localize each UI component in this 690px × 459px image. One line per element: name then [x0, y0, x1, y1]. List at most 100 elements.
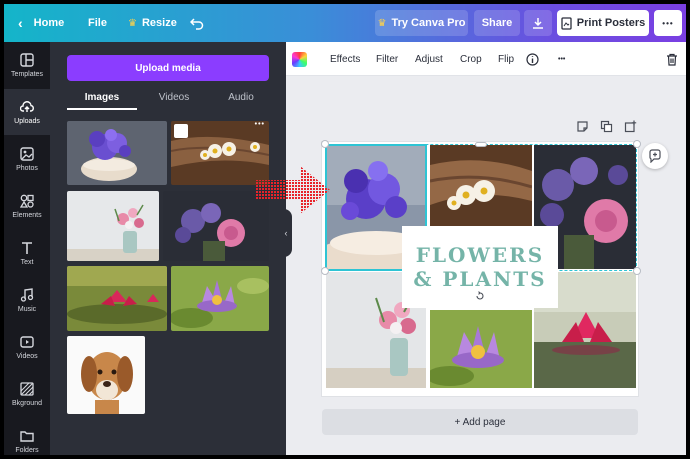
upload-thumb-daisies[interactable]: ••• — [171, 121, 269, 185]
info-button[interactable] — [526, 42, 539, 76]
add-page-button[interactable]: + Add page — [322, 409, 638, 435]
hyacinth-image — [67, 121, 167, 185]
upload-media-button[interactable]: Upload media — [67, 55, 269, 81]
tab-images[interactable]: Images — [67, 88, 137, 106]
templates-icon — [20, 52, 34, 67]
rail-item-music[interactable]: Music — [4, 277, 50, 323]
background-icon — [20, 381, 34, 396]
upload-thumb-roses-vase[interactable] — [67, 191, 159, 261]
title-line-1: FLOWERS — [415, 243, 545, 267]
rail-item-text[interactable]: Text — [4, 230, 50, 276]
crop-button[interactable]: Crop — [460, 42, 482, 76]
select-checkbox[interactable] — [174, 124, 188, 138]
rail-label: Uploads — [14, 117, 40, 125]
rail-label: Music — [17, 305, 37, 313]
canva-editor: ‹ Home File ♛ Resize ♛ Try Canva Pro Sha… — [4, 4, 686, 455]
resize-handle-top-left[interactable] — [321, 140, 329, 148]
chevron-left-icon: ‹ — [284, 228, 288, 238]
add-page-icon — [624, 120, 637, 133]
uploads-panel: Upload media Images Videos Audio ••• — [50, 42, 286, 455]
rail-label: Videos — [16, 352, 38, 360]
undo-icon — [190, 18, 204, 30]
water-lily-image — [171, 266, 269, 331]
adjust-button[interactable]: Adjust — [415, 42, 443, 76]
resize-handle-bottom-left[interactable] — [321, 267, 329, 275]
crown-icon: ♛ — [377, 17, 387, 29]
try-canva-pro-button[interactable]: ♛ Try Canva Pro — [375, 10, 468, 36]
flip-button[interactable]: Flip — [498, 42, 514, 76]
upload-thumb-hyacinth[interactable] — [67, 121, 167, 185]
download-icon — [533, 18, 543, 29]
share-label: Share — [481, 17, 513, 29]
rose-purple-image — [163, 191, 269, 261]
rail-item-folders[interactable]: Folders — [4, 418, 50, 455]
video-icon — [20, 335, 34, 348]
tab-videos[interactable]: Videos — [140, 88, 208, 106]
rail-label: Photos — [16, 164, 38, 172]
print-label: Print Posters — [576, 17, 646, 29]
trash-icon — [667, 53, 677, 66]
undo-button[interactable] — [190, 4, 204, 42]
add-page-icon-button[interactable] — [624, 120, 637, 133]
roses-vase-image — [67, 191, 159, 261]
side-nav: Templates Uploads Photos Elements Text M… — [4, 42, 50, 455]
note-icon — [577, 121, 588, 132]
file-menu-button[interactable]: File — [88, 4, 107, 42]
chevron-left-icon: ‹ — [18, 15, 23, 31]
home-button[interactable]: ‹ Home — [18, 4, 64, 42]
red-arrow-annotation — [256, 166, 330, 214]
comment-button[interactable] — [642, 143, 668, 169]
editor-toolbar: Effects Filter Adjust Crop Flip ••• — [286, 42, 686, 76]
resize-button[interactable]: ♛ Resize — [128, 4, 177, 42]
toolbar-more-button[interactable]: ••• — [558, 42, 565, 76]
filter-button[interactable]: Filter — [376, 42, 398, 76]
rail-item-background[interactable]: Bkground — [4, 371, 50, 417]
poster-icon — [561, 16, 572, 30]
home-label: Home — [33, 17, 65, 29]
effects-button[interactable]: Effects — [330, 42, 360, 76]
info-icon — [526, 52, 539, 66]
rail-label: Bkground — [12, 399, 42, 407]
rail-label: Templates — [11, 70, 43, 78]
file-label: File — [88, 17, 107, 29]
color-button[interactable] — [292, 42, 307, 76]
shapes-icon — [20, 194, 34, 208]
upload-thumb-puppy[interactable] — [67, 336, 145, 414]
print-posters-button[interactable]: Print Posters — [557, 10, 649, 36]
crown-icon: ♛ — [128, 17, 137, 29]
rotate-icon[interactable] — [474, 290, 486, 302]
grid-cell-water-lily[interactable] — [430, 310, 532, 388]
water-lily-photo — [430, 310, 532, 388]
comment-add-icon — [649, 149, 661, 163]
resize-handle-top-right[interactable] — [633, 140, 641, 148]
active-tab-indicator — [67, 108, 137, 110]
collapse-panel-handle[interactable]: ‹ — [280, 209, 292, 257]
rail-item-elements[interactable]: Elements — [4, 183, 50, 229]
resize-handle-top[interactable] — [475, 142, 487, 147]
upload-thumb-lotus-pond[interactable] — [67, 266, 167, 331]
more-label: ••• — [662, 18, 674, 28]
thumb-more-button[interactable]: ••• — [255, 121, 265, 128]
delete-button[interactable] — [666, 42, 678, 76]
share-button[interactable]: Share — [474, 10, 520, 36]
rail-item-photos[interactable]: Photos — [4, 136, 50, 182]
upload-thumb-rose-purple[interactable] — [163, 191, 269, 261]
music-note-icon — [20, 287, 34, 302]
rail-item-videos[interactable]: Videos — [4, 324, 50, 370]
tab-audio[interactable]: Audio — [208, 88, 274, 106]
photo-icon — [20, 146, 34, 161]
rail-item-templates[interactable]: Templates — [4, 42, 50, 88]
color-swatch-icon — [292, 51, 307, 67]
puppy-image — [67, 336, 145, 414]
upload-thumb-water-lily[interactable] — [171, 266, 269, 331]
download-button[interactable] — [524, 10, 552, 36]
text-icon — [22, 241, 32, 254]
resize-handle-bottom-right[interactable] — [633, 267, 641, 275]
try-pro-label: Try Canva Pro — [391, 17, 466, 29]
duplicate-page-button[interactable] — [600, 120, 613, 133]
title-line-2: & PLANTS — [413, 267, 547, 291]
cloud-upload-icon — [20, 100, 34, 112]
rail-item-uploads[interactable]: Uploads — [4, 89, 50, 135]
more-options-button[interactable]: ••• — [654, 10, 682, 36]
page-note-button[interactable] — [576, 120, 589, 133]
